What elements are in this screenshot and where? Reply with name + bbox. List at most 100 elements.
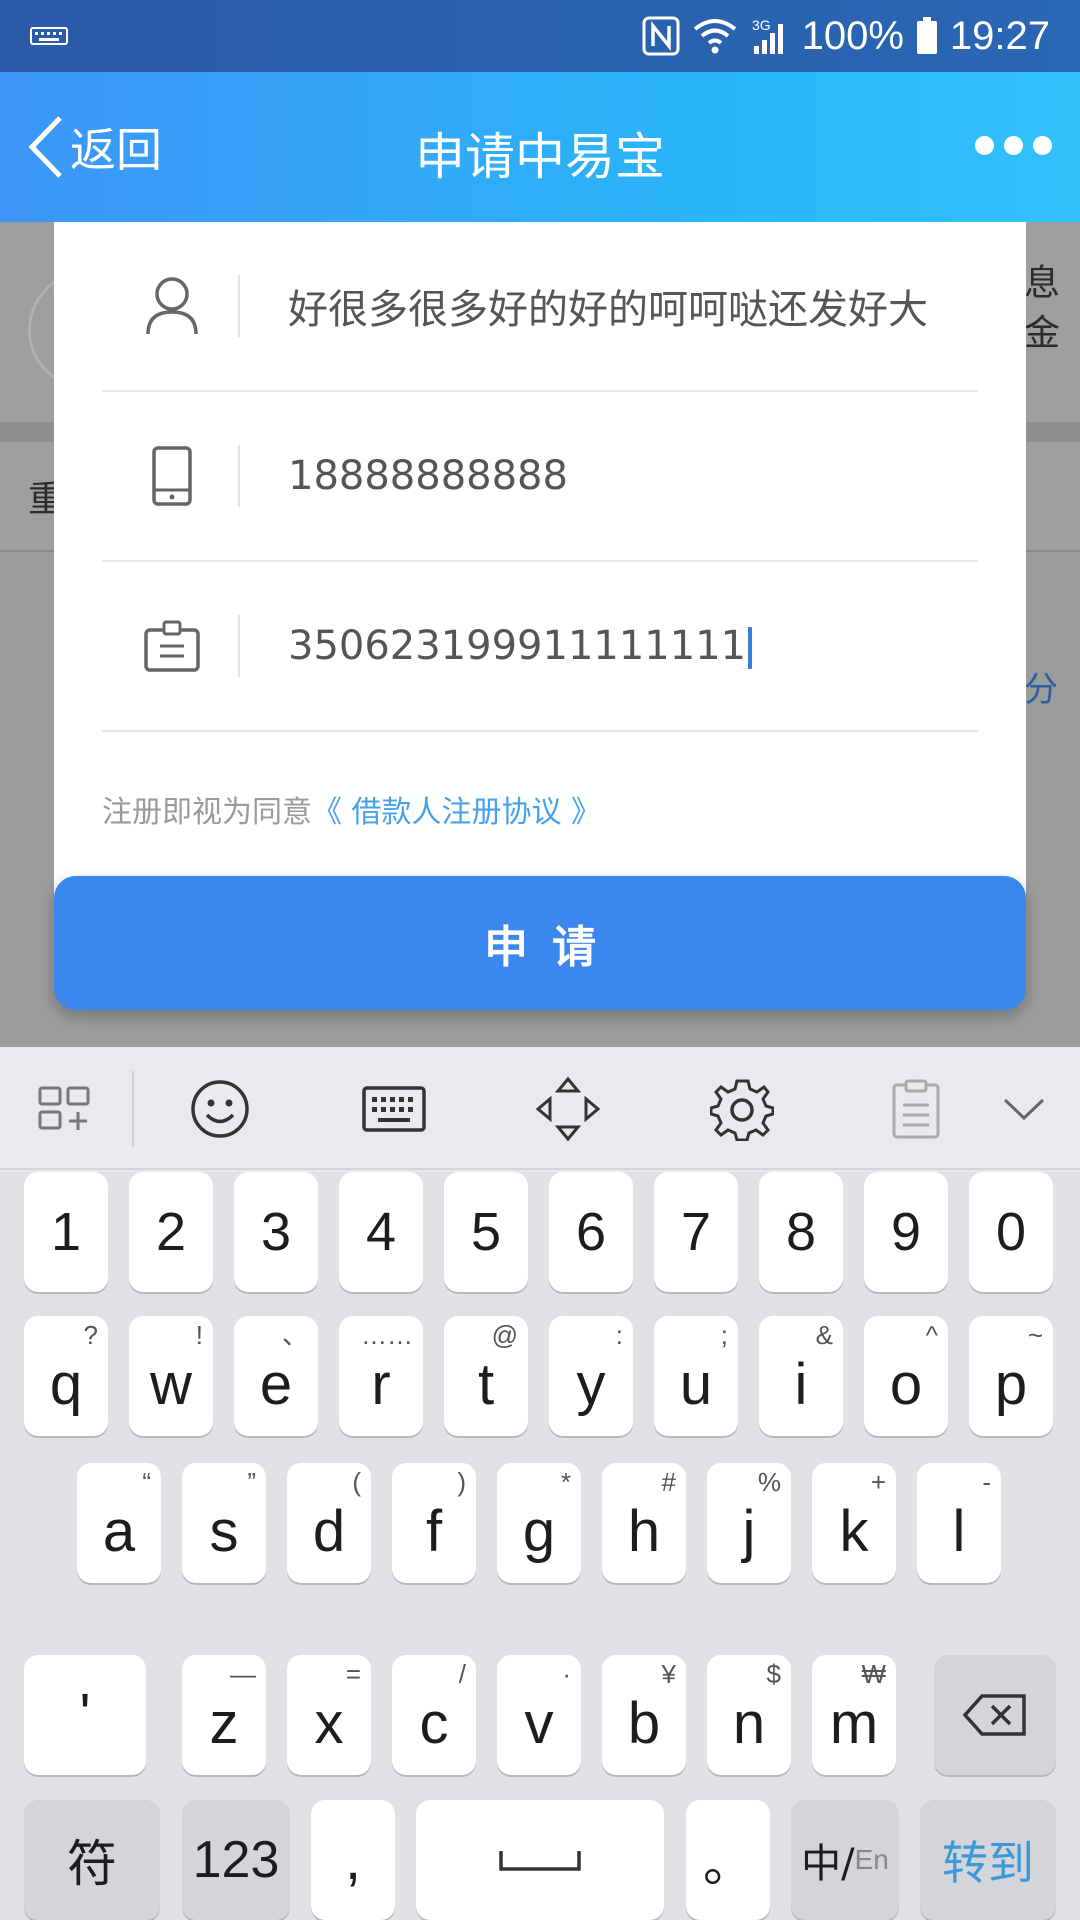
- key-label: g: [522, 1499, 556, 1564]
- key-label: 4: [365, 1202, 397, 1262]
- key-s[interactable]: s”: [182, 1463, 266, 1583]
- phone-field[interactable]: 18888888888: [102, 392, 978, 562]
- agreement-link[interactable]: 《 借款人注册协议 》: [312, 795, 601, 830]
- key-label: x: [314, 1691, 344, 1756]
- key-q[interactable]: q?: [24, 1316, 108, 1436]
- key-label: 0: [995, 1202, 1027, 1262]
- key-x[interactable]: x =: [287, 1655, 371, 1775]
- go-key[interactable]: 转到: [920, 1800, 1056, 1920]
- layout-icon[interactable]: [32, 1075, 100, 1143]
- key-v[interactable]: v ·: [497, 1655, 581, 1775]
- key-o[interactable]: o ^: [864, 1316, 948, 1436]
- name-field[interactable]: 好很多很多好的好的呵呵哒还发好大: [102, 222, 978, 392]
- key-2[interactable]: 2: [129, 1172, 213, 1292]
- app-header: 返回 申请中易宝: [0, 72, 1080, 222]
- symbols-key[interactable]: 符: [24, 1800, 160, 1920]
- apostrophe-key[interactable]: ': [24, 1655, 146, 1775]
- settings-icon[interactable]: [708, 1075, 776, 1143]
- key-label: f: [425, 1499, 443, 1564]
- id-input[interactable]: 350623199911111111: [288, 623, 753, 669]
- apply-button[interactable]: 申请: [54, 876, 1026, 1010]
- period-key[interactable]: 。: [686, 1800, 770, 1920]
- key-e[interactable]: e、: [234, 1316, 318, 1436]
- phone-input[interactable]: 18888888888: [288, 453, 568, 499]
- key-7[interactable]: 7: [654, 1172, 738, 1292]
- key-6[interactable]: 6: [549, 1172, 633, 1292]
- numbers-key[interactable]: 123: [182, 1800, 290, 1920]
- backspace-key[interactable]: [934, 1655, 1056, 1775]
- key-m[interactable]: m ₩: [812, 1655, 896, 1775]
- phone-icon: [152, 446, 192, 506]
- more-options-button[interactable]: [975, 136, 1052, 155]
- key-y[interactable]: y:: [549, 1316, 633, 1436]
- key-sublabel: ^: [925, 1320, 938, 1350]
- language-switch-key[interactable]: 中/En: [791, 1800, 899, 1920]
- keyboard-icon[interactable]: [360, 1075, 428, 1143]
- move-cursor-icon[interactable]: [534, 1075, 602, 1143]
- background-text: 息: [1024, 263, 1061, 304]
- key-a[interactable]: a “: [77, 1463, 161, 1583]
- background-text: 金: [1024, 313, 1061, 354]
- key-sublabel: :: [615, 1320, 623, 1350]
- collapse-icon[interactable]: [990, 1075, 1058, 1143]
- key-w[interactable]: w!: [129, 1316, 213, 1436]
- key-u[interactable]: u;: [654, 1316, 738, 1436]
- status-bar: 3G 100% 19:27: [0, 0, 1080, 72]
- emoji-icon[interactable]: [186, 1075, 254, 1143]
- key-sublabel: &: [815, 1320, 833, 1350]
- key-9[interactable]: 9: [864, 1172, 948, 1292]
- key-sublabel: -: [982, 1467, 991, 1497]
- soft-keyboard: ' 符 123 , 。 中/En 转到 1 2 3 4 5 6 7 8 9 0 …: [0, 1047, 1080, 1920]
- clipboard-icon[interactable]: [882, 1075, 950, 1143]
- key-sublabel: ¥: [661, 1659, 676, 1689]
- name-input[interactable]: 好很多很多好的好的呵呵哒还发好大: [288, 277, 928, 335]
- key-z[interactable]: z —: [182, 1655, 266, 1775]
- key-c[interactable]: c /: [392, 1655, 476, 1775]
- key-b[interactable]: b ¥: [602, 1655, 686, 1775]
- key-1[interactable]: 1: [24, 1172, 108, 1292]
- comma-key[interactable]: ,: [311, 1800, 395, 1920]
- key-sublabel: !: [195, 1320, 203, 1350]
- more-dot: [975, 136, 994, 155]
- key-8[interactable]: 8: [759, 1172, 843, 1292]
- key-0[interactable]: 0: [969, 1172, 1053, 1292]
- key-j[interactable]: j%: [707, 1463, 791, 1583]
- key-label: u: [679, 1352, 713, 1417]
- space-key[interactable]: [416, 1800, 664, 1920]
- key-r[interactable]: r……: [339, 1316, 423, 1436]
- key-label: c: [419, 1691, 449, 1756]
- space-icon: [499, 1851, 581, 1871]
- text-cursor: [748, 627, 753, 669]
- key-label: 8: [785, 1202, 817, 1262]
- key-f[interactable]: f): [392, 1463, 476, 1583]
- key-label: r: [371, 1352, 391, 1417]
- key-label: a: [102, 1499, 136, 1564]
- key-n[interactable]: n $: [707, 1655, 791, 1775]
- key-label: q: [49, 1352, 83, 1417]
- key-sublabel: @: [491, 1320, 518, 1350]
- key-5[interactable]: 5: [444, 1172, 528, 1292]
- key-p[interactable]: p ~: [969, 1316, 1053, 1436]
- key-sublabel: “: [142, 1467, 151, 1497]
- key-3[interactable]: 3: [234, 1172, 318, 1292]
- key-t[interactable]: t @: [444, 1316, 528, 1436]
- key-4[interactable]: 4: [339, 1172, 423, 1292]
- id-input-value: 350623199911111111: [288, 623, 747, 669]
- key-label: 中/: [801, 1841, 855, 1887]
- key-label: w: [150, 1352, 192, 1417]
- key-l[interactable]: l-: [917, 1463, 1001, 1583]
- key-label: y: [576, 1352, 606, 1417]
- more-dot: [1004, 136, 1023, 155]
- key-d[interactable]: d(: [287, 1463, 371, 1583]
- key-g[interactable]: g *: [497, 1463, 581, 1583]
- key-i[interactable]: i &: [759, 1316, 843, 1436]
- id-field[interactable]: 350623199911111111: [102, 562, 978, 732]
- key-label: 。: [703, 1835, 753, 1893]
- key-label: v: [524, 1691, 554, 1756]
- key-label: d: [312, 1499, 346, 1564]
- key-label: ,: [344, 1827, 362, 1892]
- key-h[interactable]: h #: [602, 1463, 686, 1583]
- key-sublabel: /: [458, 1659, 466, 1689]
- key-k[interactable]: k +: [812, 1463, 896, 1583]
- key-label: h: [627, 1499, 661, 1564]
